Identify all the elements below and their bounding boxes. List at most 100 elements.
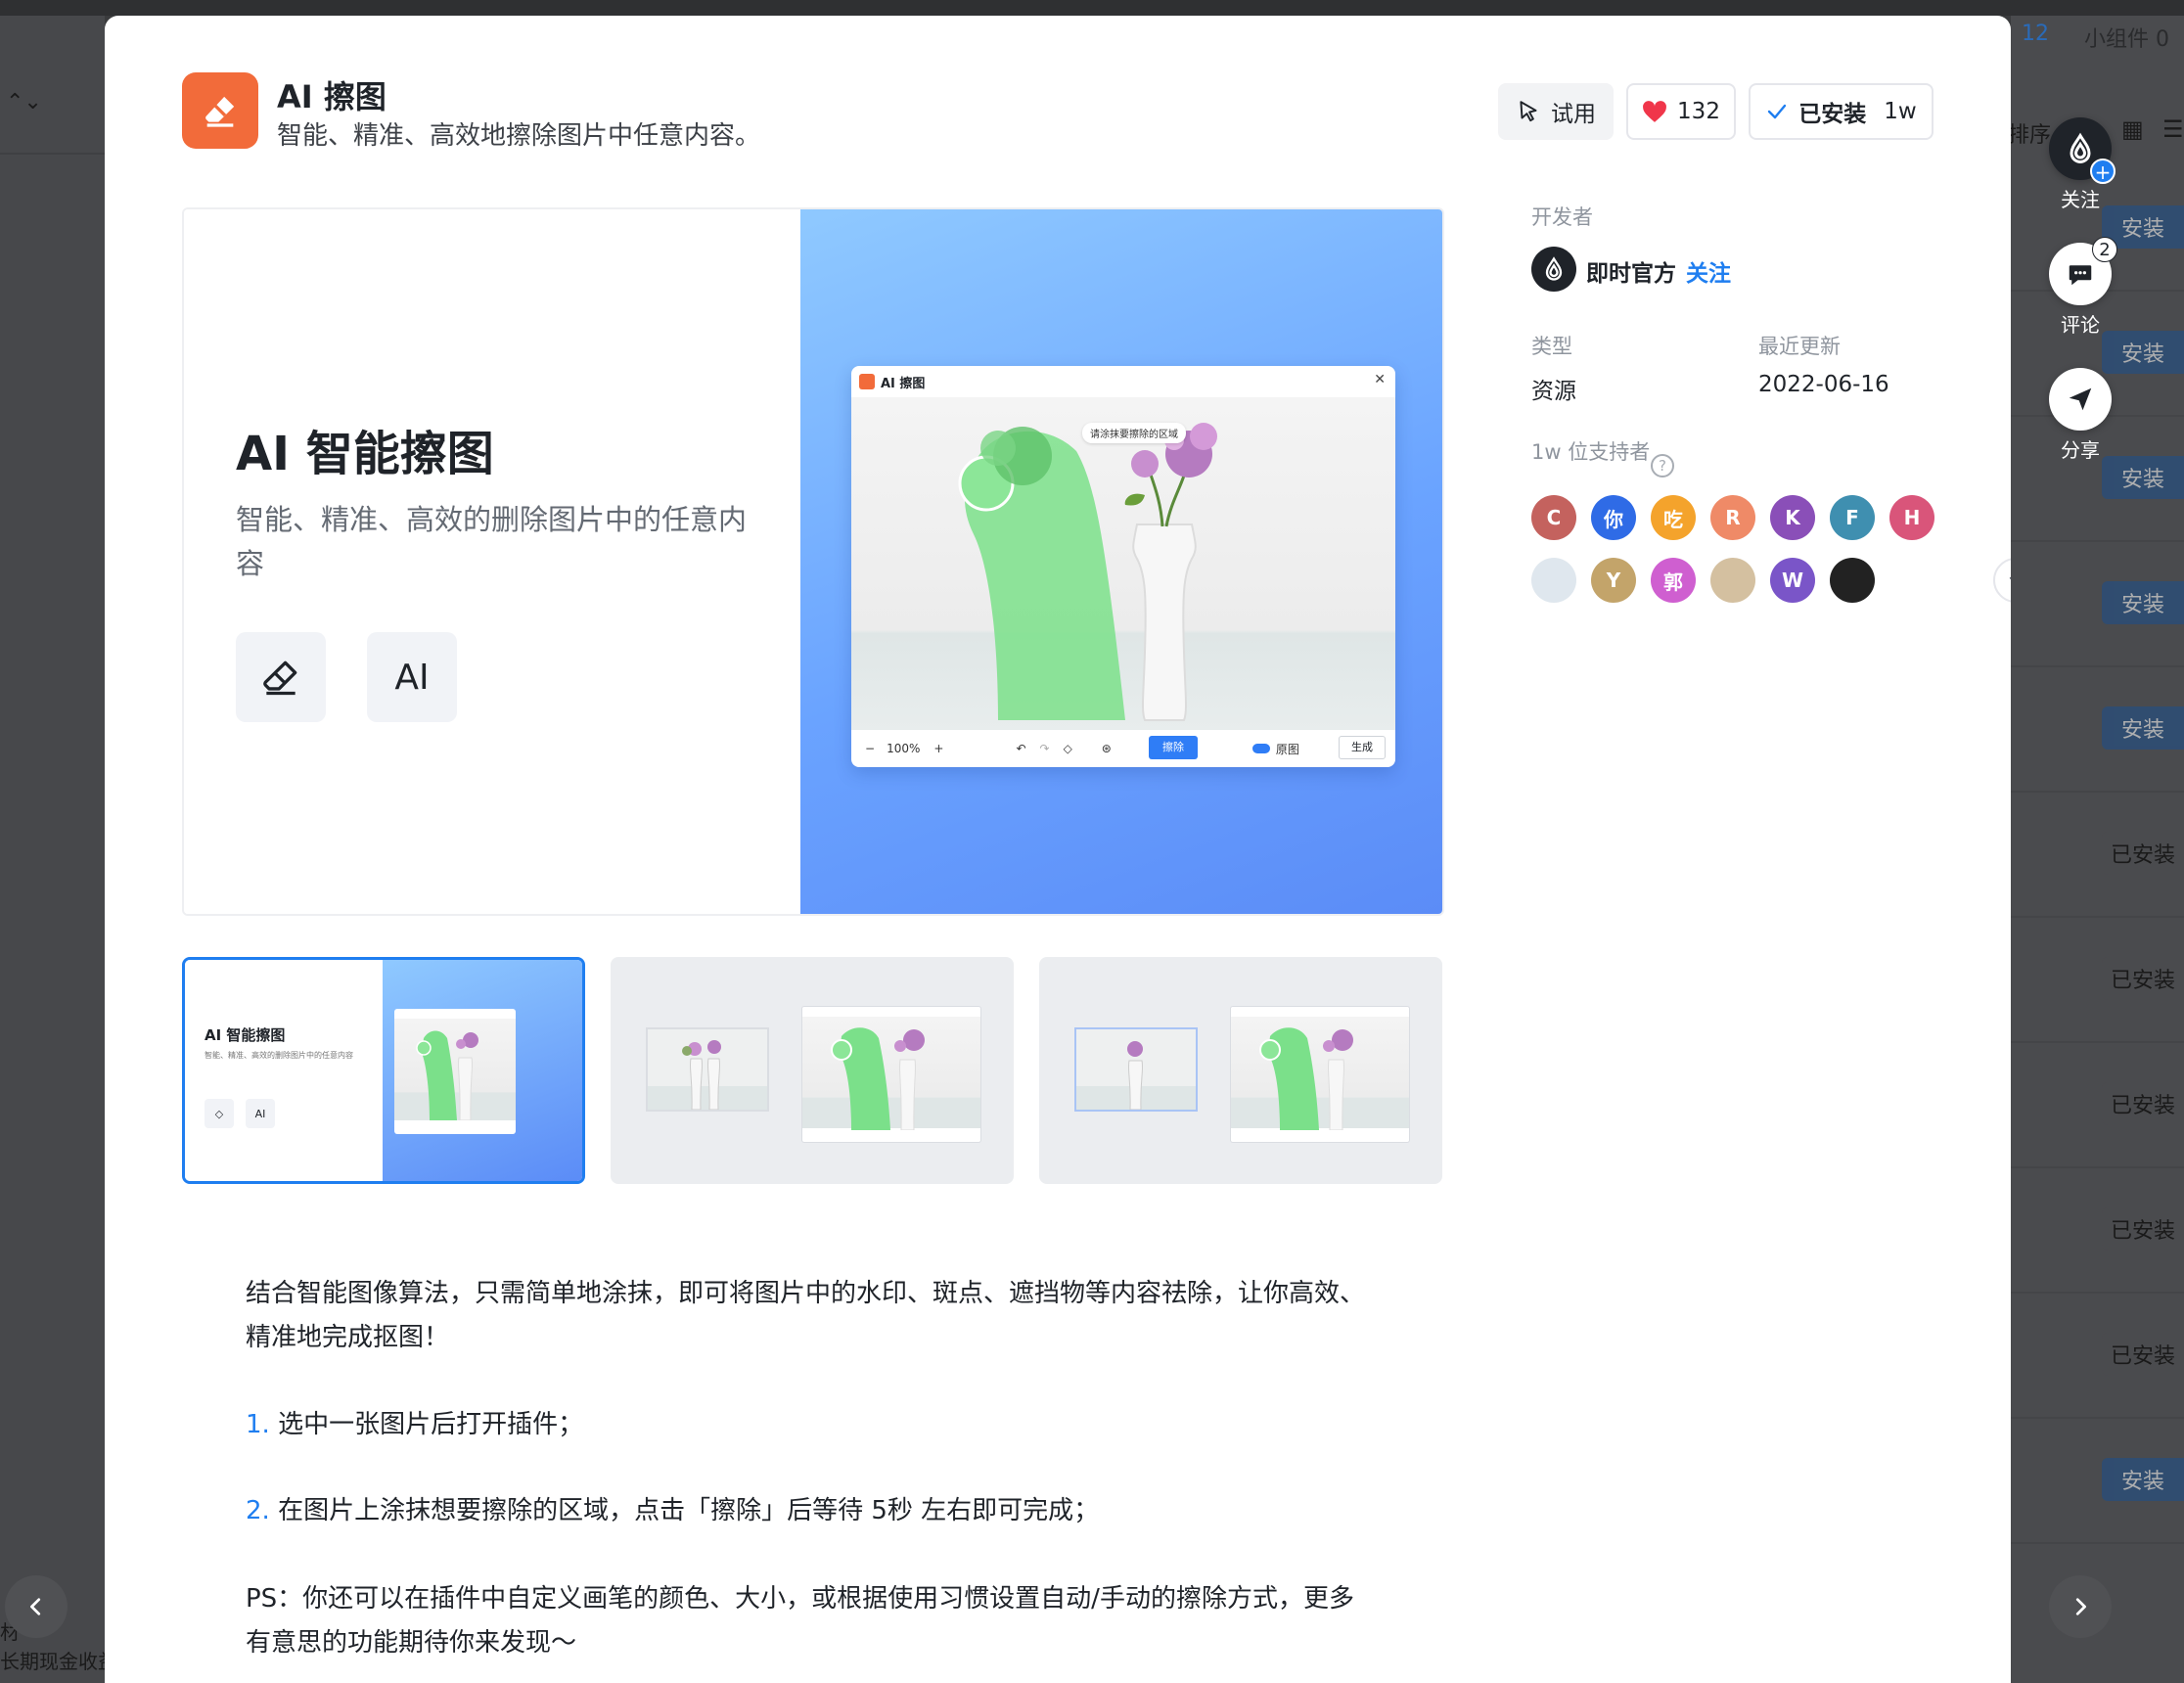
installed-count: 1w (1884, 99, 1917, 124)
background-install-button: 安装 (2102, 581, 2184, 624)
try-button[interactable]: 试用 (1498, 83, 1614, 140)
help-icon[interactable]: ? (1651, 454, 1674, 478)
preview-eraser-chip (236, 632, 326, 722)
list-view-icon: ☰ (2162, 115, 2184, 143)
mock-generate-button: 生成 (1339, 736, 1386, 759)
developer-logo-icon (2070, 132, 2091, 163)
supporter-avatar[interactable]: C (1531, 495, 1576, 540)
follow-link[interactable]: 关注 (1686, 254, 1731, 288)
background-row-divider (2011, 791, 2184, 793)
supporter-avatar[interactable]: K (1770, 495, 1815, 540)
share-label: 分享 (2061, 438, 2100, 462)
supporter-avatar[interactable] (1531, 558, 1576, 603)
undo-icon: ↶ (1016, 742, 1026, 755)
thumbnail-3[interactable] (1039, 957, 1442, 1184)
background-row-divider (2011, 1542, 2184, 1544)
comment-count-badge: 2 (2092, 237, 2117, 262)
mock-window-title: AI 擦图 (881, 376, 926, 391)
mock-plugin-window: AI 擦图 ✕ 请涂抹要擦除的区域 − 100% + ↶ ↷ ◇ ⊛ 原图 擦除… (851, 366, 1395, 767)
check-icon (1768, 104, 1787, 119)
share-button[interactable] (2049, 368, 2112, 431)
comment-icon (2069, 265, 2092, 286)
like-button[interactable]: 132 (1626, 83, 1736, 140)
updated-label: 最近更新 (1758, 335, 1841, 358)
mock-eraser-tool-icon: ◇ (1063, 742, 1072, 755)
thumbnail-2[interactable] (611, 957, 1014, 1184)
toggle-icon (1251, 744, 1270, 753)
mock-erase-button: 擦除 (1149, 736, 1198, 759)
supporter-avatar[interactable] (1830, 558, 1875, 603)
type-value: 资源 (1531, 379, 1576, 404)
close-icon: ✕ (1374, 372, 1386, 387)
developer-name[interactable]: 即时官方 (1586, 254, 1676, 288)
developer-label: 开发者 (1531, 205, 1593, 229)
description-step-1: 1. 选中一张图片后打开插件； (246, 1410, 584, 1439)
thumbnail-mock-window (1230, 1006, 1410, 1143)
try-label: 试用 (1551, 102, 1596, 127)
background-row-divider (2011, 916, 2184, 918)
thumbnail-original-frame (646, 1027, 769, 1112)
description-ps: PS：你还可以在插件中自定义画笔的颜色、大小，或根据使用习惯设置自动/手动的擦除… (246, 1584, 1354, 1658)
vase-illustration (831, 1027, 925, 1131)
mock-window-header: AI 擦图 (851, 366, 1395, 397)
supporters-label: 1w 位支持者 (1531, 440, 1651, 464)
supporter-avatar[interactable]: 郭 (1651, 558, 1696, 603)
preview-left-panel: AI 智能擦图 智能、精准、高效的删除图片中的任意内容 AI (184, 209, 800, 914)
vase-illustration (648, 1029, 767, 1111)
send-icon (2069, 387, 2092, 411)
expand-supporters-button[interactable] (1993, 558, 2011, 603)
developer-avatar[interactable] (1531, 247, 1576, 292)
background-row-divider (2011, 1041, 2184, 1043)
mock-tooltip: 请涂抹要擦除的区域 (1082, 423, 1186, 443)
eraser-icon (205, 96, 235, 127)
plus-icon: + (933, 742, 944, 755)
next-plugin-button[interactable] (2049, 1575, 2112, 1638)
mock-zoom: 100% (887, 742, 921, 755)
installed-button[interactable]: 已安装 1w (1749, 83, 1934, 140)
supporter-avatar[interactable]: 吃 (1651, 495, 1696, 540)
thumbnail-title: AI 智能擦图 (205, 1026, 286, 1044)
vase-illustration (958, 423, 1217, 721)
supporter-avatar[interactable]: R (1710, 495, 1755, 540)
background-row-divider (2011, 1417, 2184, 1419)
supporter-avatar[interactable] (1710, 558, 1755, 603)
background-row-divider (2011, 665, 2184, 667)
updated-value: 2022-06-16 (1758, 372, 1889, 397)
vase-illustration (416, 1030, 478, 1121)
background-install-button: 已安装 (2102, 832, 2184, 875)
supporter-avatar[interactable]: H (1889, 495, 1934, 540)
background-install-button: 已安装 (2102, 1207, 2184, 1251)
thumbnail-mock-window (801, 1006, 981, 1143)
comment-label: 评论 (2061, 313, 2100, 337)
background-text: 长期现金收益 (0, 1650, 105, 1673)
background-install-button: 已安装 (2102, 1082, 2184, 1125)
preview-title: AI 智能擦图 (236, 427, 494, 481)
comment-button[interactable]: 2 (2049, 237, 2117, 305)
supporter-avatar[interactable]: W (1770, 558, 1815, 603)
like-count: 132 (1677, 99, 1720, 124)
plugin-description: 智能、精准、高效地擦除图片中任意内容。 (277, 121, 761, 151)
vase-illustration (1259, 1027, 1353, 1131)
preview-image[interactable]: AI 智能擦图 智能、精准、高效的删除图片中的任意内容 AI AI 擦图 ✕ 请… (182, 207, 1444, 916)
plugin-name: AI 擦图 (277, 78, 387, 115)
background-install-button: 安装 (2102, 706, 2184, 750)
supporter-avatar[interactable]: 你 (1591, 495, 1636, 540)
plus-icon: + (2090, 159, 2116, 184)
thumbnail-1[interactable]: AI 智能擦图 智能、精准、高效的删除图片中的任意内容 ◇ AI (182, 957, 585, 1184)
background-install-button: 安装 (2102, 1458, 2184, 1501)
developer-logo-icon (1545, 256, 1563, 281)
background-sort-label: 排序 (2008, 123, 2052, 148)
supporter-avatar[interactable]: Y (1591, 558, 1636, 603)
chevron-right-icon (2075, 1598, 2086, 1615)
pointer-icon (1520, 101, 1537, 122)
supporter-avatar[interactable]: F (1830, 495, 1875, 540)
follow-developer-button[interactable]: + (2049, 117, 2116, 184)
background-install-button: 已安装 (2102, 1333, 2184, 1376)
background-top-bar (0, 0, 2184, 16)
minus-icon: − (865, 742, 876, 755)
preview-subtitle: 智能、精准、高效的删除图片中的任意内容 (236, 503, 748, 580)
heart-icon (1643, 101, 1666, 122)
background-row-divider (2011, 540, 2184, 542)
previous-plugin-button[interactable] (5, 1575, 68, 1638)
chevron-down-icon (2009, 576, 2011, 580)
